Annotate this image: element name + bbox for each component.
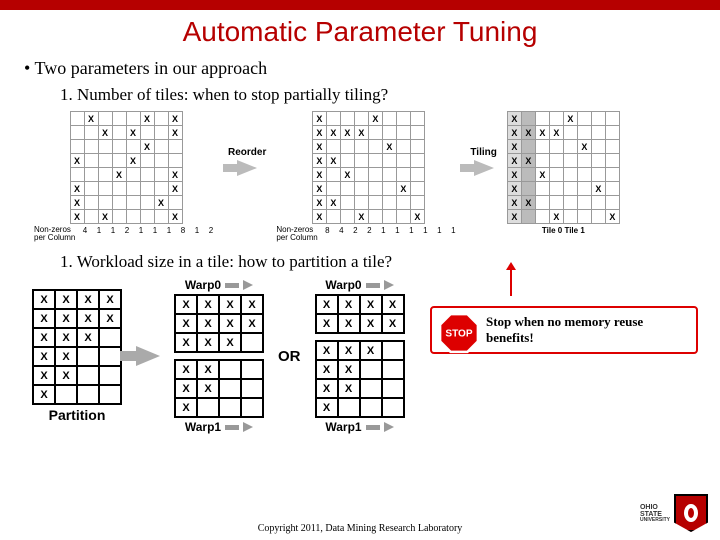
copyright-footer: Copyright 2011, Data Mining Research Lab… [0, 523, 720, 534]
matrix-A-block: XXXXXXXXXXXXXXXXXX Non-zeros per Column4… [34, 111, 218, 242]
reorder-label: Reorder [228, 147, 266, 158]
warp0-label: Warp0 [325, 278, 361, 292]
nonzeros-A: 4112111812 [78, 226, 218, 235]
warp1-matrix-A: XXXXX [174, 359, 264, 418]
arrow-icon [237, 160, 257, 176]
tiling-label: Tiling [470, 147, 496, 158]
tiling-arrow: Tiling [470, 111, 496, 211]
arrow-icon [243, 422, 253, 432]
tile-labels: Tile 0 Tile 1 [542, 226, 585, 235]
matrix-C-block: XXXXXXXXXXXXXXXXXXX Tile 0 Tile 1 [507, 111, 620, 235]
partition-matrix: XXXXXXXXXXXXXXXX [32, 289, 122, 405]
warp1-matrix-B: XXXXXXXX [315, 340, 405, 418]
matrix-A: XXXXXXXXXXXXXXXXXX [70, 111, 183, 224]
osu-logo-text: OHIO STATE UNIVERSITY [640, 504, 670, 523]
arrow-icon [243, 280, 253, 290]
stop-sign-icon: STOP [438, 312, 480, 354]
warp0-matrix-A: XXXXXXXXXXX [174, 294, 264, 353]
matrix-B: XXXXXXXXXXXXXXXXXXX [312, 111, 425, 224]
arrow-icon [136, 346, 160, 366]
osu-shield-icon [674, 494, 708, 532]
warp1-label: Warp1 [325, 420, 361, 434]
matrix-B-block: XXXXXXXXXXXXXXXXXXX Non-zeros per Column… [276, 111, 460, 242]
slide-title: Automatic Parameter Tuning [0, 16, 720, 48]
svg-text:STOP: STOP [445, 328, 473, 339]
nonzeros-label: Non-zeros per Column [276, 226, 320, 242]
arrow-icon [384, 280, 394, 290]
osu-logo: OHIO STATE UNIVERSITY [640, 494, 708, 532]
warp-option-A: Warp0 XXXXXXXXXXX XXXXX Warp1 [174, 278, 264, 434]
bullet-main: Two parameters in our approach [24, 58, 696, 79]
warp1-label: Warp1 [185, 420, 221, 434]
nonzeros-B: 8422111111 [320, 226, 460, 235]
content: Two parameters in our approach 1. Number… [0, 58, 720, 434]
warp0-label: Warp0 [185, 278, 221, 292]
matrix-C: XXXXXXXXXXXXXXXXXXX [507, 111, 620, 224]
reorder-arrow: Reorder [228, 111, 266, 211]
red-arrow-icon [510, 268, 512, 296]
item-1: 1. Number of tiles: when to stop partial… [60, 85, 696, 105]
warp0-matrix-B: XXXXXXXX [315, 294, 405, 334]
partition-left: XXXXXXXXXXXXXXXX Partition [32, 289, 122, 423]
diagram-partition: XXXXXXXXXXXXXXXX Partition Warp0 XXXXXXX… [32, 278, 696, 434]
or-label: OR [278, 348, 301, 365]
warp-option-B: Warp0 XXXXXXXX XXXXXXXX Warp1 [315, 278, 405, 434]
callout-box: STOP Stop when no memory reuse benefits! [430, 306, 698, 354]
partition-label: Partition [49, 407, 106, 423]
callout-text: Stop when no memory reuse benefits! [486, 314, 690, 346]
item-2: 1. Workload size in a tile: how to parti… [60, 252, 696, 272]
nonzeros-label: Non-zeros per Column [34, 226, 78, 242]
diagram-tiling: XXXXXXXXXXXXXXXXXX Non-zeros per Column4… [34, 111, 696, 242]
arrow-icon [474, 160, 494, 176]
arrow-icon [384, 422, 394, 432]
header-bar [0, 0, 720, 10]
